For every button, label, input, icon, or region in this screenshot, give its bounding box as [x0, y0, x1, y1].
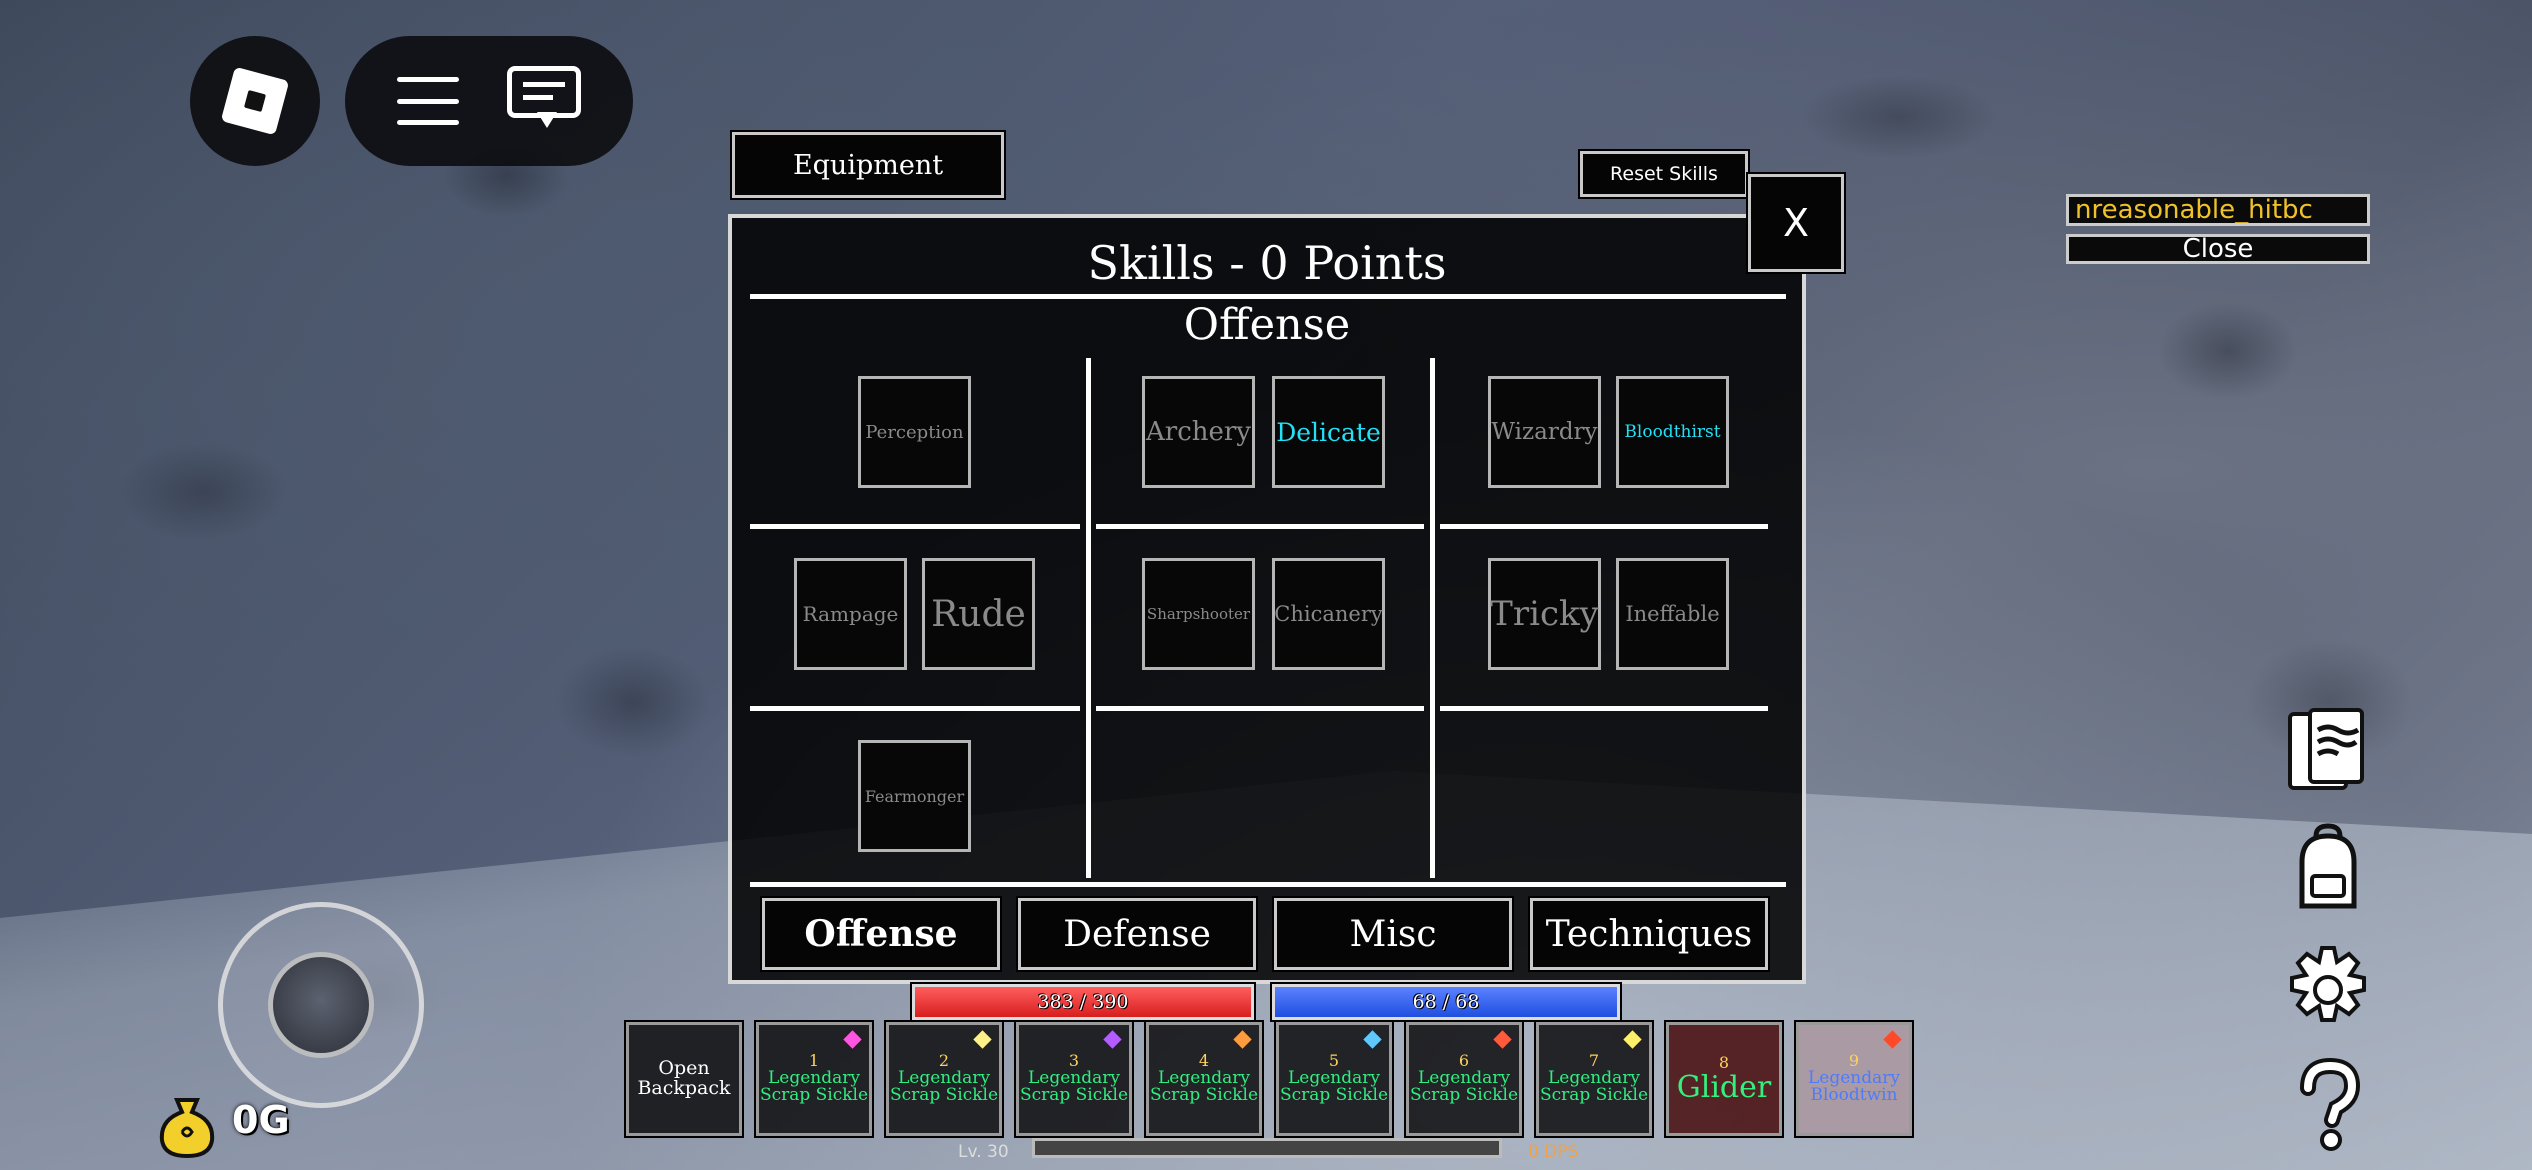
hotbar-slot-label: Legendary Scrap Sickle	[1409, 1067, 1519, 1106]
health-bar: 383 / 390	[912, 984, 1254, 1020]
hamburger-menu-icon[interactable]	[397, 77, 459, 125]
hotbar-slot-label: Legendary Scrap Sickle	[1539, 1067, 1649, 1106]
skill-bloodthirst[interactable]: Bloodthirst	[1616, 376, 1729, 488]
rarity-gem-icon	[1493, 1030, 1512, 1049]
row-divider	[750, 524, 1080, 529]
rarity-gem-icon	[843, 1030, 862, 1049]
rarity-gem-icon	[1623, 1030, 1642, 1049]
mana-bar: 68 / 68	[1272, 984, 1620, 1020]
skill-rampage[interactable]: Rampage	[794, 558, 907, 670]
backpack-icon[interactable]	[2280, 822, 2376, 918]
hotbar-slot-6[interactable]: 6 Legendary Scrap Sickle	[1406, 1022, 1522, 1136]
hotbar-slot-9[interactable]: 9 Legendary Bloodtwin	[1796, 1022, 1912, 1136]
tab-offense[interactable]: Offense	[762, 898, 1000, 970]
row-divider	[1096, 706, 1424, 711]
hotbar-slot-3[interactable]: 3 Legendary Scrap Sickle	[1016, 1022, 1132, 1136]
rarity-gem-icon	[1363, 1030, 1382, 1049]
skill-tricky[interactable]: Tricky	[1488, 558, 1601, 670]
skill-chicanery[interactable]: Chicanery	[1272, 558, 1385, 670]
tab-defense[interactable]: Defense	[1018, 898, 1256, 970]
skill-fearmonger[interactable]: Fearmonger	[858, 740, 971, 852]
skill-sharpshooter[interactable]: Sharpshooter	[1142, 558, 1255, 670]
row-divider	[1440, 524, 1768, 529]
skills-panel: Skills - 0 Points Offense Perception Arc…	[728, 214, 1806, 984]
level-label: Lv. 30	[958, 1142, 1009, 1162]
help-question-icon[interactable]	[2280, 1057, 2376, 1154]
journal-icon[interactable]	[2280, 704, 2376, 800]
open-backpack-button[interactable]: Open Backpack	[626, 1022, 742, 1136]
chat-icon[interactable]	[507, 66, 581, 136]
close-button[interactable]: Close	[2066, 234, 2370, 264]
hotbar-slot-label: Legendary Scrap Sickle	[1149, 1067, 1259, 1106]
joystick-thumb[interactable]	[268, 952, 374, 1058]
hotbar-slot-7[interactable]: 7 Legendary Scrap Sickle	[1536, 1022, 1652, 1136]
row-divider	[1440, 706, 1768, 711]
hotbar-slot-8[interactable]: 8 Glider	[1666, 1022, 1782, 1136]
player-name-bar: nreasonable_hitbc	[2066, 194, 2370, 226]
skill-rude[interactable]: Rude	[922, 558, 1035, 670]
skill-ineffable[interactable]: Ineffable	[1616, 558, 1729, 670]
hotbar-slot-label: Legendary Scrap Sickle	[759, 1067, 869, 1106]
reset-skills-button[interactable]: Reset Skills	[1580, 151, 1748, 197]
column-divider	[1086, 358, 1091, 878]
hotbar-slot-1[interactable]: 1 Legendary Scrap Sickle	[756, 1022, 872, 1136]
tab-techniques[interactable]: Techniques	[1530, 898, 1768, 970]
gold-bag-icon	[152, 1090, 222, 1160]
row-divider	[750, 706, 1080, 711]
hotbar-slot-label: Legendary Scrap Sickle	[1019, 1067, 1129, 1106]
rarity-gem-icon	[1233, 1030, 1252, 1049]
rarity-gem-icon	[1883, 1030, 1902, 1049]
row-divider	[1096, 524, 1424, 529]
settings-gear-icon[interactable]	[2280, 942, 2376, 1038]
rarity-gem-icon	[973, 1030, 992, 1049]
hotbar-slot-label: Legendary Bloodtwin	[1808, 1067, 1900, 1106]
xp-bar	[1032, 1138, 1502, 1158]
roblox-logo-icon	[220, 66, 290, 136]
roblox-menu-button[interactable]	[190, 36, 320, 166]
dps-label: 0 DPS	[1528, 1142, 1579, 1162]
equipment-button[interactable]: Equipment	[732, 132, 1004, 198]
section-title: Offense	[1183, 300, 1351, 350]
skill-delicate[interactable]: Delicate	[1272, 376, 1385, 488]
hotbar-slot-label: Legendary Scrap Sickle	[889, 1067, 999, 1106]
tab-misc[interactable]: Misc	[1274, 898, 1512, 970]
divider	[750, 294, 1786, 299]
gold-amount: 0G	[232, 1098, 290, 1142]
skill-perception[interactable]: Perception	[858, 376, 971, 488]
rarity-gem-icon	[1103, 1030, 1122, 1049]
tabs-divider	[750, 882, 1786, 887]
panel-title: Skills - 0 Points	[1087, 236, 1447, 290]
hotbar-slot-2[interactable]: 2 Legendary Scrap Sickle	[886, 1022, 1002, 1136]
hotbar-slot-5[interactable]: 5 Legendary Scrap Sickle	[1276, 1022, 1392, 1136]
hotbar-slot-4[interactable]: 4 Legendary Scrap Sickle	[1146, 1022, 1262, 1136]
close-skills-button[interactable]: X	[1748, 174, 1844, 272]
column-divider	[1430, 358, 1435, 878]
roblox-top-pill	[345, 36, 633, 166]
hotbar-slot-label: Legendary Scrap Sickle	[1279, 1067, 1389, 1106]
hotbar-slot-label: Glider	[1676, 1069, 1772, 1105]
skill-wizardry[interactable]: Wizardry	[1488, 376, 1601, 488]
skill-archery[interactable]: Archery	[1142, 376, 1255, 488]
